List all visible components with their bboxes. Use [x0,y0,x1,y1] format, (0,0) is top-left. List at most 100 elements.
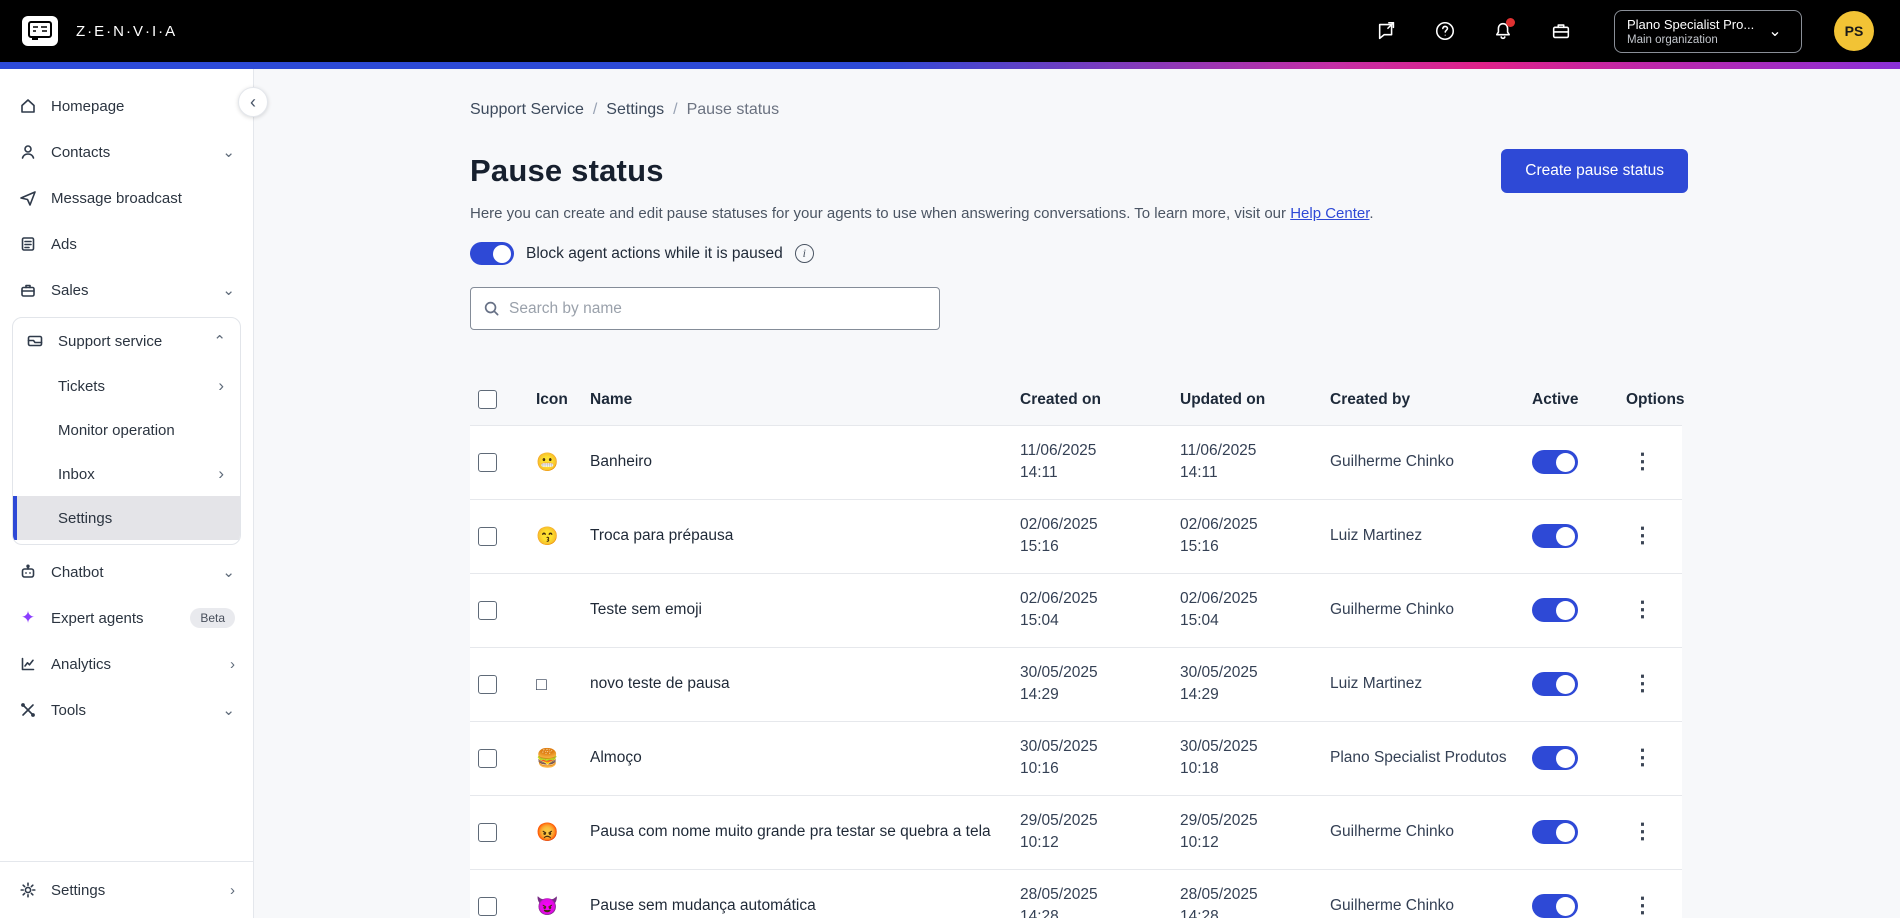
options-kebab-icon[interactable]: ⋮ [1626,524,1659,547]
avatar[interactable]: PS [1834,11,1874,51]
sidebar-item-ads[interactable]: Ads [0,221,253,267]
sidebar-item-support-service[interactable]: Support service ⌃ [13,318,240,364]
ads-icon [18,234,38,254]
options-kebab-icon[interactable]: ⋮ [1626,894,1659,917]
row-name: novo teste de pausa [590,675,730,693]
sidebar-item-chatbot[interactable]: Chatbot ⌄ [0,549,253,595]
sidebar-item-sales[interactable]: Sales ⌄ [0,267,253,313]
zenvia-logo-icon[interactable] [22,16,58,46]
column-header-updated-on: Updated on [1180,390,1266,408]
row-checkbox[interactable] [478,822,497,842]
sidebar-collapse-button[interactable]: ‹ [238,87,268,117]
row-updated-on: 02/06/2025 15:04 [1180,589,1258,630]
row-checkbox[interactable] [478,896,497,916]
sidebar-item-label: Ads [51,235,77,253]
sidebar-subitem-monitor-operation[interactable]: Monitor operation [13,408,240,452]
sidebar-item-label: Homepage [51,97,125,115]
page-description: Here you can create and edit pause statu… [470,205,1688,222]
sidebar-item-settings[interactable]: Settings › [0,862,253,918]
org-selector[interactable]: Plano Specialist Pro... Main organizatio… [1614,9,1802,53]
chevron-down-icon: ⌄ [222,563,235,581]
sidebar-item-label: Settings [51,881,106,899]
chevron-down-icon: ⌄ [222,143,235,161]
chevron-down-icon: ⌄ [1768,23,1782,40]
options-kebab-icon[interactable]: ⋮ [1626,672,1659,695]
chevron-right-icon: › [218,464,224,483]
select-all-checkbox[interactable] [478,390,497,409]
page-title: Pause status [470,153,664,188]
options-kebab-icon[interactable]: ⋮ [1626,598,1659,621]
topbar: Z·E·N·V·I·A Plano Specialist Pro... Main… [0,0,1900,62]
sidebar-item-label: Sales [51,281,89,299]
row-checkbox[interactable] [478,748,497,768]
chevron-up-icon: ⌃ [213,332,226,350]
row-emoji-icon: 🍔 [536,747,559,768]
row-checkbox[interactable] [478,452,497,472]
description-suffix: . [1369,205,1374,222]
active-toggle[interactable] [1532,598,1578,623]
support-service-group: Support service ⌃ Tickets › Monitor oper… [12,317,241,545]
row-created-by: Plano Specialist Produtos [1330,749,1507,767]
active-toggle[interactable] [1532,524,1578,549]
row-created-on: 02/06/2025 15:04 [1020,589,1098,630]
table-row: 🍔 Almoço 30/05/2025 10:16 30/05/2025 10:… [470,721,1682,796]
active-toggle[interactable] [1532,894,1578,918]
search-input[interactable] [509,299,927,318]
table-header-row: Icon Name Created on Updated on Created … [470,378,1685,426]
create-pause-status-button[interactable]: Create pause status [1501,149,1688,193]
options-kebab-icon[interactable]: ⋮ [1626,450,1659,473]
active-toggle[interactable] [1532,450,1578,475]
sidebar-item-label: Message broadcast [51,189,182,207]
info-icon[interactable]: i [794,244,814,263]
sidebar-item-label: Support service [58,332,163,350]
row-checkbox[interactable] [478,526,497,546]
row-created-by: Guilherme Chinko [1330,823,1455,841]
row-updated-on: 28/05/2025 14:28 [1180,885,1258,918]
sidebar-item-analytics[interactable]: Analytics › [0,641,253,687]
active-toggle[interactable] [1532,746,1578,771]
table-row: 😈 Pause sem mudança automática 28/05/202… [470,869,1682,918]
sidebar-subitem-label: Tickets [58,377,105,395]
row-checkbox[interactable] [478,600,497,620]
breadcrumb-link-support-service[interactable]: Support Service [470,101,584,119]
sidebar-subitem-tickets[interactable]: Tickets › [13,364,240,408]
organization-icon[interactable] [1548,18,1574,44]
sidebar-item-tools[interactable]: Tools ⌄ [0,687,253,733]
options-kebab-icon[interactable]: ⋮ [1626,746,1659,769]
notifications-icon[interactable] [1490,18,1516,44]
tools-icon [18,700,38,720]
breadcrumb-current: Pause status [686,101,780,118]
sidebar-item-homepage[interactable]: Homepage [0,83,253,129]
help-center-link[interactable]: Help Center [1290,205,1369,222]
sidebar-item-expert-agents[interactable]: ✦ Expert agents Beta [0,595,253,641]
sidebar-item-contacts[interactable]: Contacts ⌄ [0,129,253,175]
row-emoji-icon [528,573,582,647]
row-updated-on: 02/06/2025 15:16 [1180,515,1258,556]
sidebar-item-label: Tools [51,701,87,719]
sidebar-subitem-settings[interactable]: Settings [13,496,240,540]
sidebar-subitem-label: Monitor operation [58,421,175,439]
chat-compose-icon[interactable] [1374,18,1400,44]
row-emoji-icon: 😙 [536,525,559,546]
breadcrumb-link-settings[interactable]: Settings [606,101,664,119]
chevron-right-icon: › [218,376,224,395]
row-checkbox[interactable] [478,674,497,694]
contacts-icon [18,142,38,162]
options-kebab-icon[interactable]: ⋮ [1626,820,1659,843]
sidebar-item-label: Chatbot [51,563,104,581]
sidebar-item-message-broadcast[interactable]: Message broadcast [0,175,253,221]
row-emoji-icon: □ [536,673,547,694]
active-toggle[interactable] [1532,820,1578,845]
column-header-created-on: Created on [1020,390,1101,408]
search-box [470,287,940,330]
row-updated-on: 11/06/2025 14:11 [1180,442,1257,482]
column-header-options: Options [1626,390,1685,408]
sales-icon [18,280,38,300]
row-updated-on: 30/05/2025 10:18 [1180,737,1258,778]
row-name: Troca para prépausa [590,527,734,545]
table-row: □ novo teste de pausa 30/05/2025 14:29 3… [470,647,1682,722]
help-icon[interactable] [1432,18,1458,44]
sidebar-subitem-inbox[interactable]: Inbox › [13,452,240,496]
block-agent-actions-toggle[interactable] [470,242,514,265]
active-toggle[interactable] [1532,672,1578,697]
